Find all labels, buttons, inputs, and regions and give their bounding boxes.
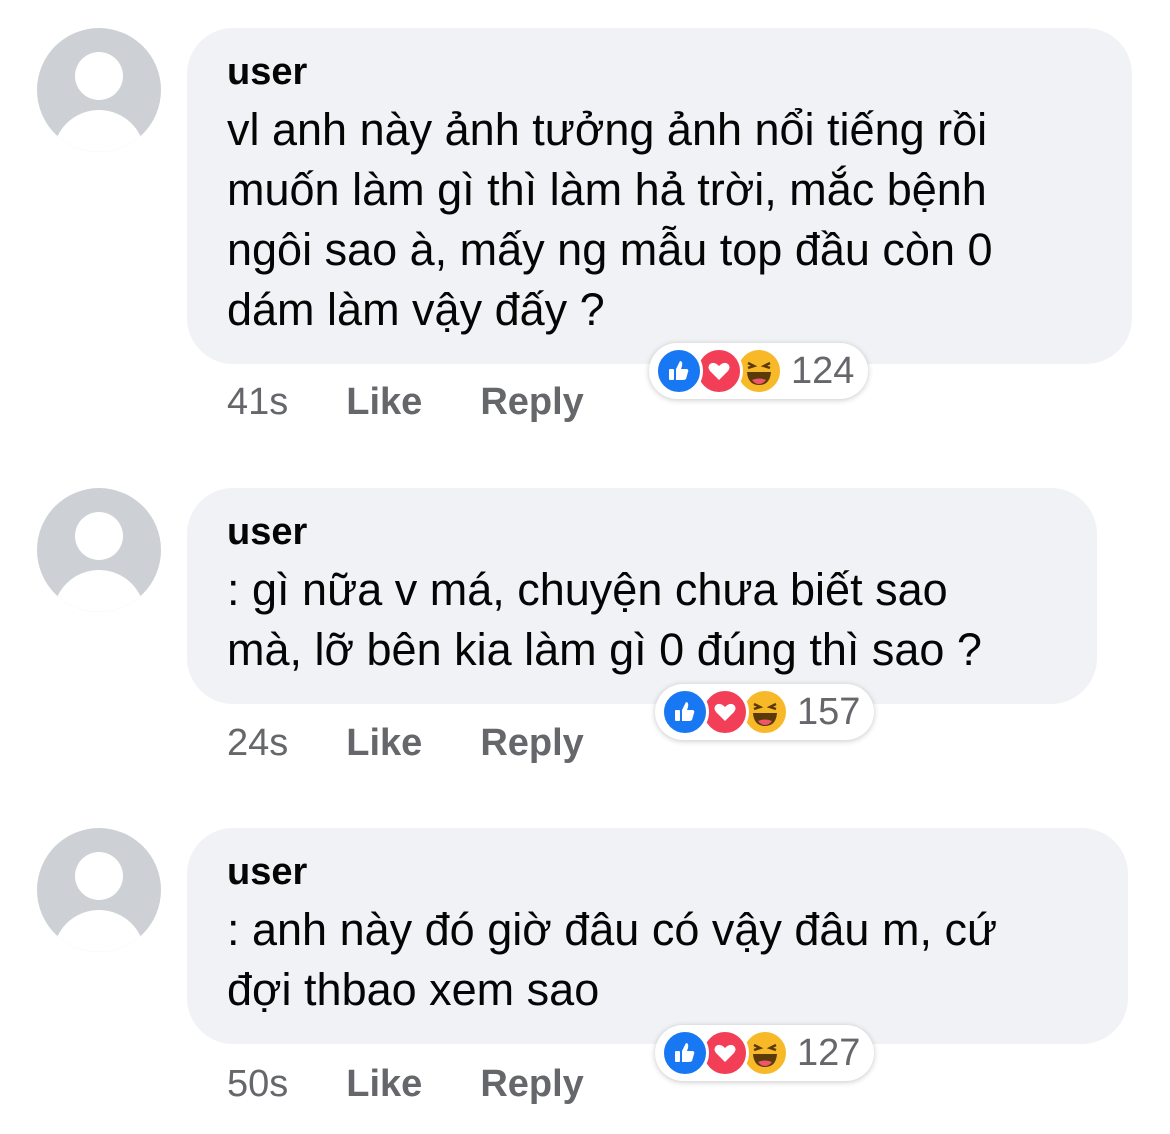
reply-button[interactable]: Reply [480,380,583,424]
comment-actions: 50s Like Reply [227,1062,584,1106]
reaction-summary[interactable]: 127 [655,1025,875,1081]
reply-button[interactable]: Reply [480,721,583,765]
comment-time[interactable]: 24s [227,721,288,765]
comment-author[interactable]: user [227,510,1057,554]
reply-button[interactable]: Reply [480,1062,583,1106]
comment-actions: 24s Like Reply [227,721,584,765]
comment-bubble: user : gì nữa v má, chuyện chưa biết sao… [187,488,1097,704]
avatar-head [75,52,123,100]
like-icon [655,347,703,395]
comment-bubble: user : anh này đó giờ đâu có vậy đâu m, … [187,828,1128,1044]
reaction-count: 157 [797,691,861,733]
like-button[interactable]: Like [346,721,422,765]
reaction-summary[interactable]: 124 [649,343,869,399]
like-icon [661,1029,709,1077]
avatar-body [53,570,145,612]
comment-author[interactable]: user [227,850,1088,894]
comment-author[interactable]: user [227,50,1092,94]
comment-bubble: user vl anh này ảnh tưởng ảnh nổi tiếng … [187,28,1132,364]
avatar-body [53,910,145,952]
comment-time[interactable]: 41s [227,380,288,424]
avatar-body [53,110,145,152]
like-button[interactable]: Like [346,380,422,424]
reaction-count: 124 [791,350,855,392]
reaction-count: 127 [797,1032,861,1074]
comment-text: : anh này đó giờ đâu có vậy đâu m, cứ đợ… [227,904,998,1015]
comment-time[interactable]: 50s [227,1062,288,1106]
like-icon [661,688,709,736]
avatar[interactable] [37,828,161,952]
avatar-head [75,852,123,900]
reaction-summary[interactable]: 157 [655,684,875,740]
like-button[interactable]: Like [346,1062,422,1106]
comment-text: vl anh này ảnh tưởng ảnh nổi tiếng rồi m… [227,104,993,335]
comment-text: : gì nữa v má, chuyện chưa biết sao mà, … [227,564,982,675]
avatar[interactable] [37,488,161,612]
avatar[interactable] [37,28,161,152]
comment-actions: 41s Like Reply [227,380,584,424]
avatar-head [75,512,123,560]
